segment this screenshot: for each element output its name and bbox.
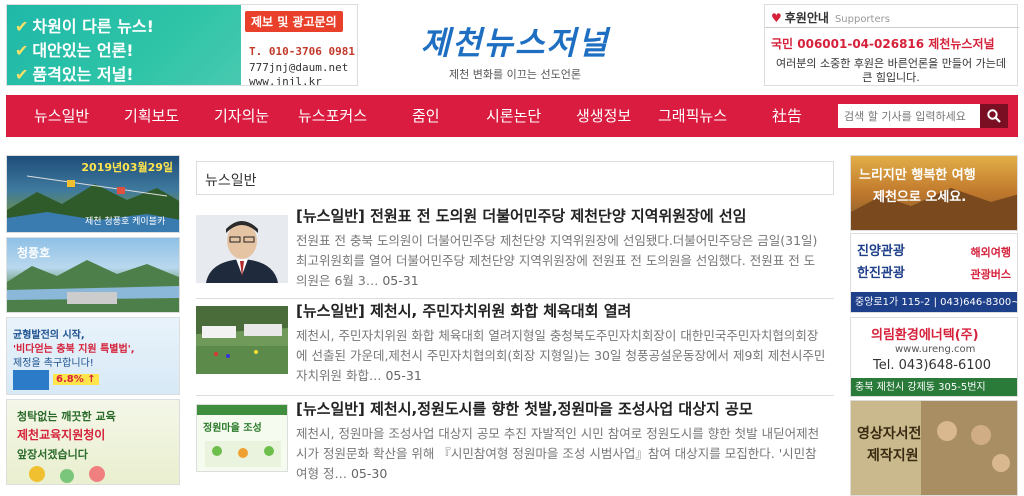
cablecar-caption: 제천 청풍호 케이블카 (85, 217, 166, 227)
b3-line-2: '비다얻는 충북 지원 특별법', (13, 344, 135, 355)
contact-site: www.jnjl.kr (249, 75, 322, 86)
support-account: 국민 006001-04-026816 제천뉴스저널 (771, 37, 995, 51)
contact-phone: T. 010-3706 0981 (249, 45, 355, 58)
nav-item-graphic-news[interactable]: 그래픽뉴스 (658, 95, 727, 137)
cablecar-banner[interactable]: 2019년03월29일 제천 청풍호 케이블카 (6, 155, 180, 233)
nav-item-living-info[interactable]: 생생정보 (576, 95, 631, 137)
autobio-line-2: 제작지원 (867, 448, 919, 464)
site-header: ✔ 차원이 다른 뉴스! ✔ 대안있는 언론! ✔ 품격있는 저널! 제보 및 광고문… (0, 0, 1024, 95)
article-summary: 제천시, 정원마을 조성사업 대상지 공모 추진 자발적인 시민 참여로 정원도… (296, 426, 820, 481)
b3-line-1: 균형발전의 시작, (13, 330, 85, 341)
article-thumbnail[interactable]: 정원마을 조성 (196, 404, 288, 472)
article-item[interactable]: 정원마을 조성 [뉴스일반] 제천시,정원도시를 향한 첫발,정원마을 조성사업… (196, 398, 834, 496)
nav-item-planning[interactable]: 기획보도 (124, 95, 179, 137)
support-title: ♥ 후원안내 Supporters (771, 11, 890, 25)
agency-name-1: 진양관광 (857, 244, 905, 259)
bar-chart-mark (13, 370, 49, 390)
divider (765, 27, 1019, 28)
contact-box: 제보 및 광고문의 T. 010-3706 0981 777jnj@daum.n… (245, 9, 357, 86)
check-icon: ✔ (15, 17, 29, 36)
sports-event-photo (196, 306, 288, 374)
article-summary: 전원표 전 충북 도의원이 더불어민주당 제천단양 지역위원장에 선임됐다.더불… (296, 233, 818, 288)
jecheon-travel-banner[interactable]: 느리지만 행복한 여행 제천으로 오세요. (850, 155, 1018, 231)
nav-item-opinion[interactable]: 시론논단 (486, 95, 541, 137)
poster-title: 정원마을 조성 (203, 423, 262, 434)
section-title: 뉴스일반 (205, 173, 257, 189)
article-title[interactable]: [뉴스일반] 전원표 전 도의원 더불어민주당 제천단양 지역위원장에 선임 (296, 205, 746, 226)
travel-agency-banner[interactable]: 진양관광 한진관광 해외여행 관광버스 중앙로1가 115-2 | 043)64… (850, 233, 1018, 313)
search-input[interactable] (838, 104, 980, 128)
search-button[interactable] (980, 104, 1008, 128)
check-icon: ✔ (15, 41, 29, 60)
slogan-contact-banner[interactable]: ✔ 차원이 다른 뉴스! ✔ 대안있는 언론! ✔ 품격있는 저널! 제보 및 광고문… (6, 4, 358, 86)
site-logo[interactable]: 제천뉴스저널 제천 변화를 이끄는 선도언론 (410, 18, 620, 82)
company-address: 충북 제천시 강제동 305-5번지 (851, 378, 1017, 396)
nav-item-news-focus[interactable]: 뉴스포커스 (298, 95, 367, 137)
travel-line-1: 느리지만 행복한 여행 (859, 168, 976, 183)
garden-village-poster (197, 405, 287, 471)
company-url: www.ureng.com (895, 344, 976, 355)
article-item[interactable]: [뉴스일반] 제천시, 주민자치위원 화합 체육대회 열려 제천시, 주민자치위… (196, 300, 834, 396)
logo-title: 제천뉴스저널 (420, 24, 610, 62)
article-date: 05-30 (350, 466, 388, 481)
video-autobiography-banner[interactable]: 영상자서전 제작지원 (850, 400, 1018, 496)
article-title[interactable]: [뉴스일반] 제천시, 주민자치위원 화합 체육대회 열려 (296, 300, 631, 321)
agency-name-2: 한진관광 (857, 266, 905, 281)
check-icon: ✔ (15, 65, 29, 84)
agency-address: 중앙로1가 115-2 | 043)646-8300~2 (851, 292, 1017, 312)
logo-subtitle: 제천 변화를 이끄는 선도언론 (449, 68, 581, 81)
section-header: 뉴스일반 (196, 161, 834, 195)
nav-item-news-general[interactable]: 뉴스일반 (34, 95, 89, 137)
cheongpung-lake-banner[interactable]: 청풍호 (6, 237, 180, 313)
article-date: 05-31 (385, 368, 422, 383)
agency-side-2: 관광버스 (970, 268, 1011, 281)
search-icon (987, 109, 1001, 123)
slogan-line-2: ✔ 대안있는 언론! (15, 41, 134, 60)
article-item[interactable]: [뉴스일반] 전원표 전 도의원 더불어민주당 제천단양 지역위원장에 선임 전… (196, 205, 834, 299)
nav-item-zoom-in[interactable]: 줌인 (412, 95, 440, 137)
b3-tag: 6.8% ↑ (53, 374, 99, 385)
heart-icon: ♥ (771, 11, 782, 25)
b4-line-1: 청탁없는 깨끗한 교육 (17, 410, 116, 423)
nav-item-notice[interactable]: 社告 (772, 95, 802, 137)
b3-line-3: 제정을 촉구합니다! (13, 358, 94, 369)
slogan-line-3: ✔ 품격있는 저널! (15, 65, 134, 84)
company-name: 의림환경에너텍(주) (871, 328, 979, 343)
article-summary: 제천시, 주민자치위원 화합 체육대회 열려지형일 충청북도주민자치회장이 대한… (296, 328, 826, 383)
environment-company-banner[interactable]: 의림환경에너텍(주) www.ureng.com Tel. 043)648-61… (850, 317, 1018, 397)
b4-line-2: 제천교육지원청이 (17, 428, 106, 442)
contact-title: 제보 및 광고문의 (245, 11, 343, 32)
travel-line-2: 제천으로 오세요. (873, 190, 967, 205)
slogan-line-1: ✔ 차원이 다른 뉴스! (15, 17, 154, 36)
article-thumbnail[interactable] (196, 306, 288, 374)
slogan-panel: ✔ 차원이 다른 뉴스! ✔ 대안있는 언론! ✔ 품격있는 저널! (7, 5, 241, 85)
b4-line-3: 앞장서겠습니다 (17, 448, 88, 461)
balanced-development-banner[interactable]: 균형발전의 시작, '비다얻는 충북 지원 특별법', 제정을 촉구합니다! 6… (6, 317, 180, 395)
education-office-banner[interactable]: 청탁없는 깨끗한 교육 제천교육지원청이 앞장서겠습니다 (6, 399, 180, 485)
portrait-photo (196, 215, 288, 283)
autobio-line-1: 영상자서전 (857, 426, 922, 442)
agency-side-1: 해외여행 (970, 246, 1011, 259)
support-note: 여러분의 소중한 후원은 바른언론을 만들어 가는데 큰 힘입니다. (775, 57, 1006, 84)
article-thumbnail[interactable] (196, 215, 288, 283)
nav-item-reporter-eye[interactable]: 기자의눈 (214, 95, 269, 137)
article-date: 05-31 (382, 273, 419, 288)
company-tel: Tel. 043)648-6100 (873, 358, 992, 373)
contact-email: 777jnj@daum.net (249, 61, 349, 74)
article-title[interactable]: [뉴스일반] 제천시,정원도시를 향한 첫발,정원마을 조성사업 대상지 공모 (296, 398, 753, 419)
cablecar-date: 2019년03월29일 (81, 161, 173, 174)
main-nav: 뉴스일반 기획보도 기자의눈 뉴스포커스 줌인 시론논단 생생정보 그래픽뉴스 … (6, 95, 1018, 137)
support-banner[interactable]: ♥ 후원안내 Supporters 국민 006001-04-026816 제천뉴스… (764, 4, 1019, 86)
cheongpung-title: 청풍호 (17, 246, 51, 260)
